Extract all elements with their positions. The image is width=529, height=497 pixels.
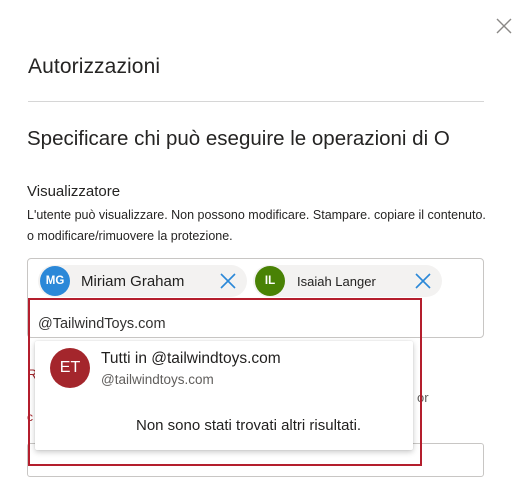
permissions-heading: Specificare chi può eseguire le operazio… — [27, 127, 450, 150]
panel-title: Autorizzazioni — [28, 55, 161, 78]
close-icon[interactable] — [494, 16, 514, 36]
avatar: IL — [255, 266, 285, 296]
no-results-message: Non sono stati trovati altri risultati. — [136, 417, 362, 434]
suggestions-dropdown: ET Tutti in @tailwindtoys.com @tailwindt… — [35, 341, 413, 450]
remove-person-icon[interactable] — [414, 272, 432, 290]
viewer-description-line2: o modificare/rimuovere la protezione. — [27, 229, 233, 243]
suggestion-item-everyone-domain[interactable]: ET Tutti in @tailwindtoys.com @tailwindt… — [35, 341, 413, 397]
person-chip-isaiah-langer[interactable]: IL Isaiah Langer — [253, 265, 442, 297]
suggestion-subtitle: @tailwindtoys.com — [101, 372, 214, 387]
person-name: Miriam Graham — [81, 272, 185, 290]
title-divider — [28, 101, 484, 102]
avatar: ET — [50, 348, 90, 388]
viewer-label: Visualizzatore — [27, 183, 121, 200]
remove-person-icon[interactable] — [219, 272, 237, 290]
viewer-description-line1: L'utente può visualizzare. Non possono m… — [27, 208, 486, 222]
person-chip-miriam-graham[interactable]: MG Miriam Graham — [38, 265, 247, 297]
suggestion-title: Tutti in @tailwindtoys.com — [101, 350, 281, 367]
person-name: Isaiah Langer — [297, 273, 376, 289]
avatar: MG — [40, 266, 70, 296]
